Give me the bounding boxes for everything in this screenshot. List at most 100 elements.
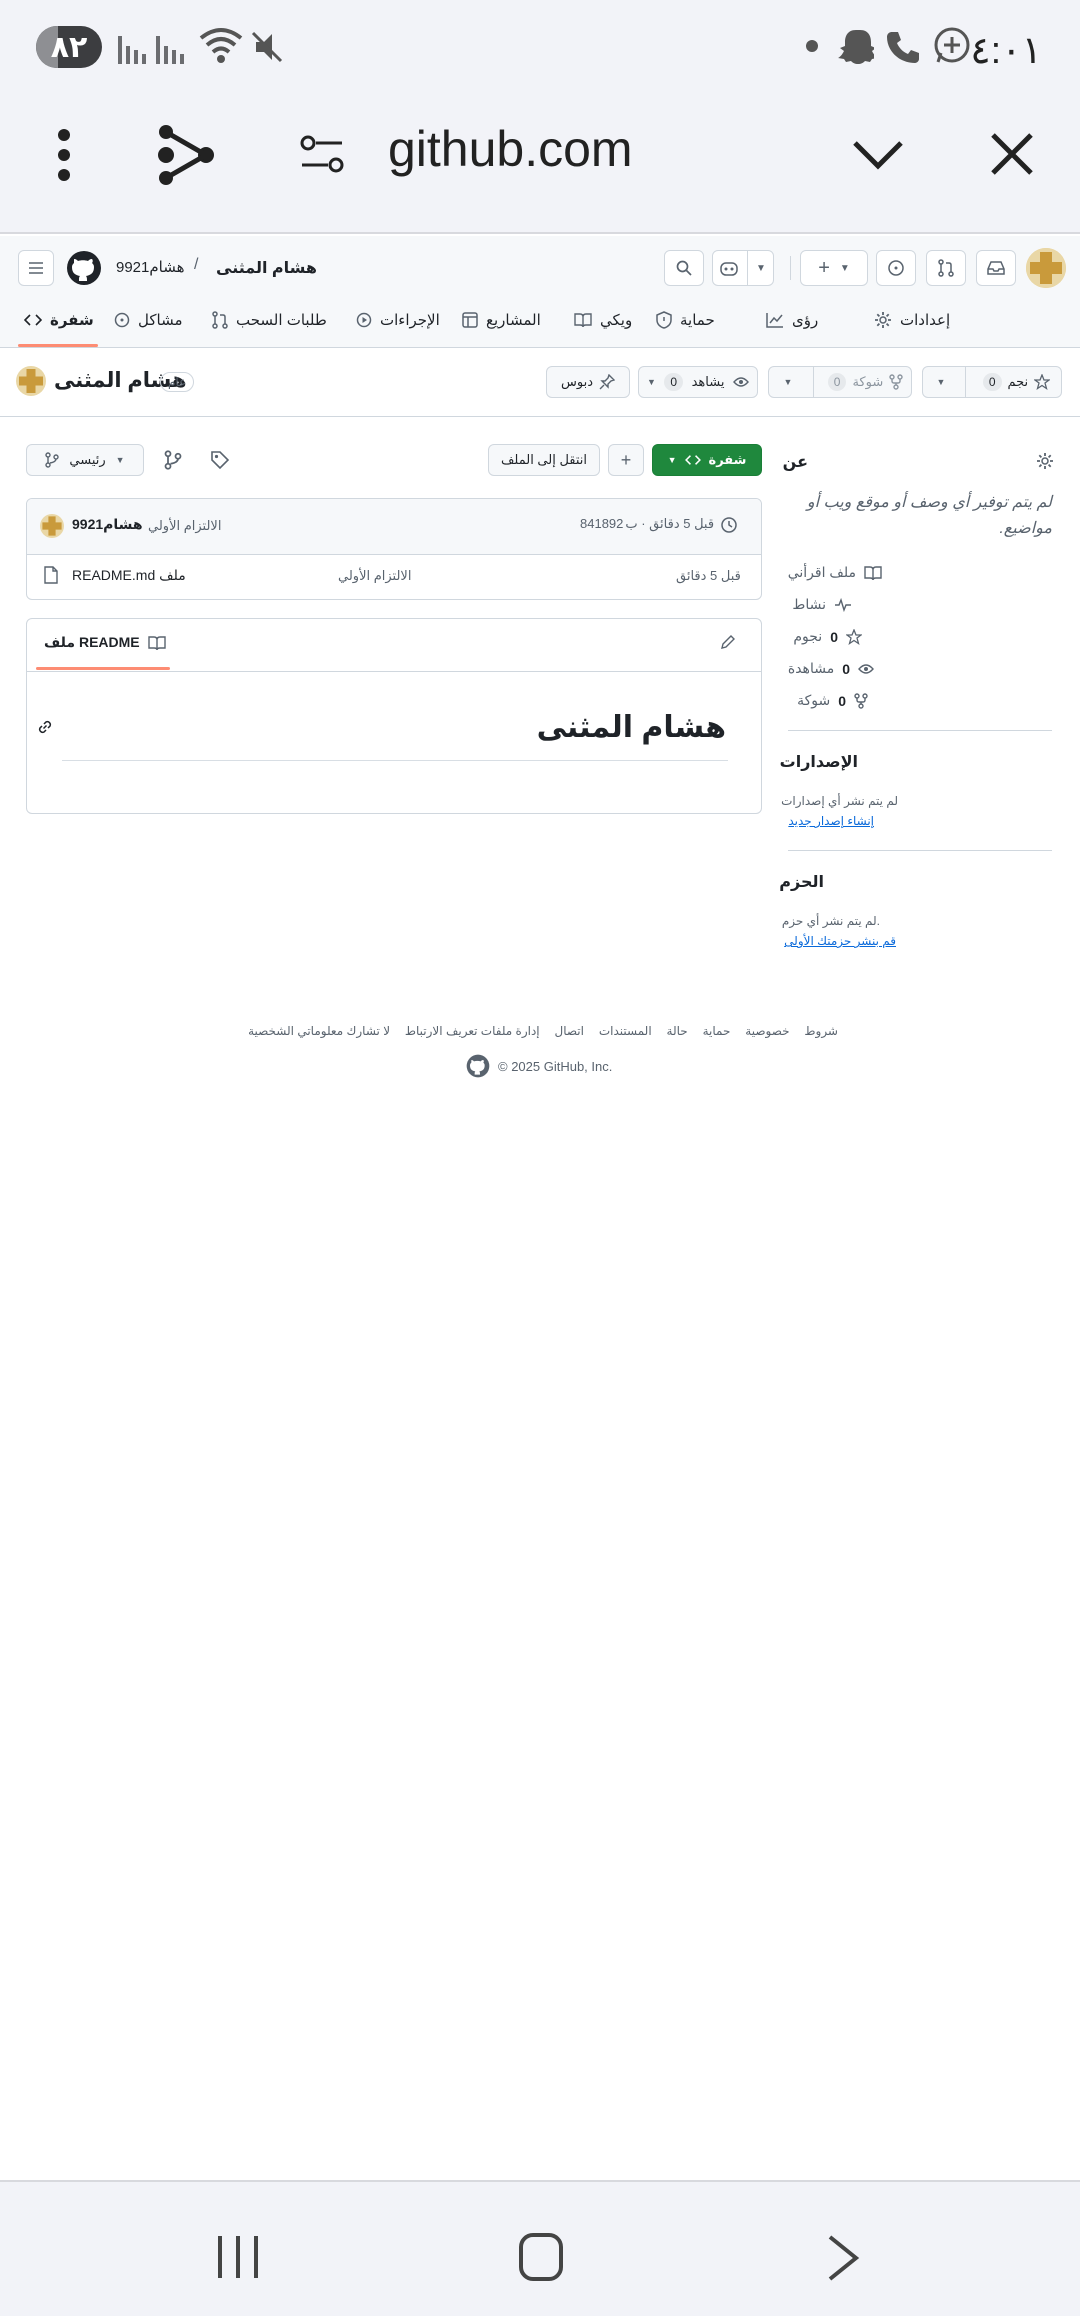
star-caret[interactable]: ▼	[923, 377, 959, 387]
watch-button[interactable]: ▼ 0 يشاهد	[638, 366, 758, 398]
eye-icon	[858, 663, 874, 674]
star-icon	[846, 628, 862, 645]
caret-down-icon: ▼	[756, 262, 766, 274]
tab-wiki[interactable]: ويكي	[574, 308, 632, 332]
sidebar-watching[interactable]: 0 مشاهدة	[788, 660, 874, 677]
add-file-button[interactable]: +	[608, 444, 644, 476]
commit-author-avatar[interactable]	[40, 514, 64, 538]
code-button[interactable]: شفرة ▼	[652, 444, 762, 476]
footer-link-contact[interactable]: اتصال	[555, 1024, 584, 1038]
visibility-badge: عام	[160, 372, 195, 392]
file-time: قبل 5 دقائق	[676, 568, 741, 583]
tab-pull-requests[interactable]: طلبات السحب	[212, 308, 327, 332]
tab-settings[interactable]: إعدادات	[874, 308, 950, 332]
file-name-readme[interactable]: README.md ملف	[72, 567, 186, 584]
github-logo-icon[interactable]	[466, 1054, 490, 1078]
code-icon	[684, 455, 701, 465]
commit-message[interactable]: الالتزام الأولي	[148, 518, 221, 534]
tab-issues[interactable]: مشاكل	[114, 308, 183, 332]
edit-pencil-icon[interactable]	[720, 634, 736, 650]
plus-icon: +	[818, 256, 830, 279]
star-button[interactable]: ▼ 0 نجم	[922, 366, 1062, 398]
tab-security[interactable]: حماية	[656, 308, 715, 332]
url-text[interactable]: github.com	[388, 120, 633, 178]
close-icon[interactable]	[990, 132, 1034, 176]
copilot-button[interactable]: ▼	[712, 250, 774, 286]
caret-down-icon: ▼	[839, 262, 850, 274]
whatsapp-icon	[932, 26, 972, 66]
breadcrumb-owner[interactable]: هشام9921	[116, 258, 185, 276]
footer-link-docs[interactable]: المستندات	[599, 1024, 652, 1038]
footer-link-security[interactable]: حماية	[703, 1024, 731, 1038]
sidebar-readme[interactable]: ملف اقرأني	[788, 564, 882, 581]
commit-hash[interactable]: 841892	[580, 516, 623, 532]
about-title: عن	[782, 454, 808, 471]
footer-link-do-not-share[interactable]: لا تشارك معلوماتي الشخصية	[248, 1024, 390, 1038]
pin-button[interactable]: دبوس	[546, 366, 630, 398]
tab-insights[interactable]: رؤى	[766, 308, 818, 332]
caret-down-icon: ▼	[647, 377, 656, 387]
footer-link-cookies[interactable]: إدارة ملفات تعريف الارتباط	[405, 1024, 540, 1038]
releases-title[interactable]: الإصدارات	[780, 752, 858, 772]
github-logo-icon[interactable]	[66, 250, 102, 286]
fork-caret[interactable]: ▼	[769, 377, 807, 387]
home-icon[interactable]	[518, 2232, 564, 2282]
create-new-button[interactable]: + ▼	[800, 250, 868, 286]
page-settings-icon[interactable]	[298, 134, 346, 174]
footer-link-privacy[interactable]: خصوصية	[745, 1024, 789, 1038]
history-icon[interactable]	[720, 516, 738, 534]
search-button[interactable]	[664, 250, 704, 286]
share-icon[interactable]	[156, 124, 216, 186]
system-nav-bar	[0, 2180, 1080, 2316]
repo-owner-avatar[interactable]	[16, 366, 46, 396]
commit-author[interactable]: هشام9921	[72, 516, 143, 533]
tag-icon[interactable]	[210, 450, 230, 470]
tab-actions[interactable]: الإجراءات	[356, 308, 440, 332]
readme-tab[interactable]: README ملف	[44, 634, 166, 651]
clock: ٤:٠١	[970, 30, 1042, 72]
gear-icon[interactable]	[1036, 452, 1054, 470]
fork-icon	[854, 692, 868, 709]
book-icon	[147, 635, 166, 650]
packages-title[interactable]: الحزم	[779, 872, 824, 892]
file-commit-message[interactable]: الالتزام الأولي	[338, 568, 411, 584]
recents-icon[interactable]	[216, 2234, 260, 2280]
more-vert-icon[interactable]	[54, 128, 74, 182]
browser-toolbar: github.com	[0, 96, 1080, 234]
sidebar-stars[interactable]: 0 نجوم	[793, 628, 862, 645]
menu-button[interactable]	[18, 250, 54, 286]
readme-heading: هشام المثنى	[536, 711, 726, 744]
releases-empty: لم يتم نشر أي إصدارات	[781, 794, 898, 808]
create-release-link[interactable]: إنشاء إصدار جديد	[788, 814, 874, 828]
footer-link-terms[interactable]: شروط	[804, 1024, 838, 1038]
go-to-file-button[interactable]: انتقل إلى الملف	[488, 444, 600, 476]
issue-icon	[114, 312, 130, 328]
about-description: لم يتم توفير أي وصف أو موقع ويب أو مواضي…	[806, 494, 1052, 537]
breadcrumb-repo[interactable]: هشام المثنى	[216, 258, 317, 278]
avatar[interactable]	[1026, 248, 1066, 288]
tab-code[interactable]: شفرة	[24, 308, 94, 332]
pull-request-icon	[212, 311, 228, 329]
inbox-button[interactable]	[976, 250, 1016, 286]
pull-requests-button[interactable]	[926, 250, 966, 286]
tab-projects[interactable]: المشاريع	[462, 308, 541, 332]
sidebar-forks[interactable]: 0 شوكة	[797, 692, 868, 709]
code-icon	[24, 314, 42, 326]
file-icon	[44, 566, 58, 584]
anchor-link-icon[interactable]	[36, 718, 54, 736]
fork-button[interactable]: ▼ 0 شوكة	[768, 366, 912, 398]
publish-package-link[interactable]: قم بنشر حزمتك الأولى	[784, 934, 896, 948]
chevron-down-icon[interactable]	[852, 140, 904, 170]
status-bar: ٨٢ ٤:٠١	[0, 0, 1080, 96]
call-icon	[884, 28, 922, 66]
caret-down-icon: ▼	[936, 377, 946, 387]
branch-selector[interactable]: ▼ رئيسي	[26, 444, 144, 476]
branches-link-icon[interactable]	[164, 450, 182, 470]
sidebar-activity[interactable]: نشاط	[792, 596, 852, 613]
hamburger-icon	[29, 262, 43, 274]
footer-link-status[interactable]: حالة	[667, 1024, 688, 1038]
back-icon[interactable]	[826, 2234, 860, 2282]
issues-button[interactable]	[876, 250, 916, 286]
caret-down-icon: ▼	[667, 455, 677, 465]
wifi-icon	[198, 26, 244, 66]
